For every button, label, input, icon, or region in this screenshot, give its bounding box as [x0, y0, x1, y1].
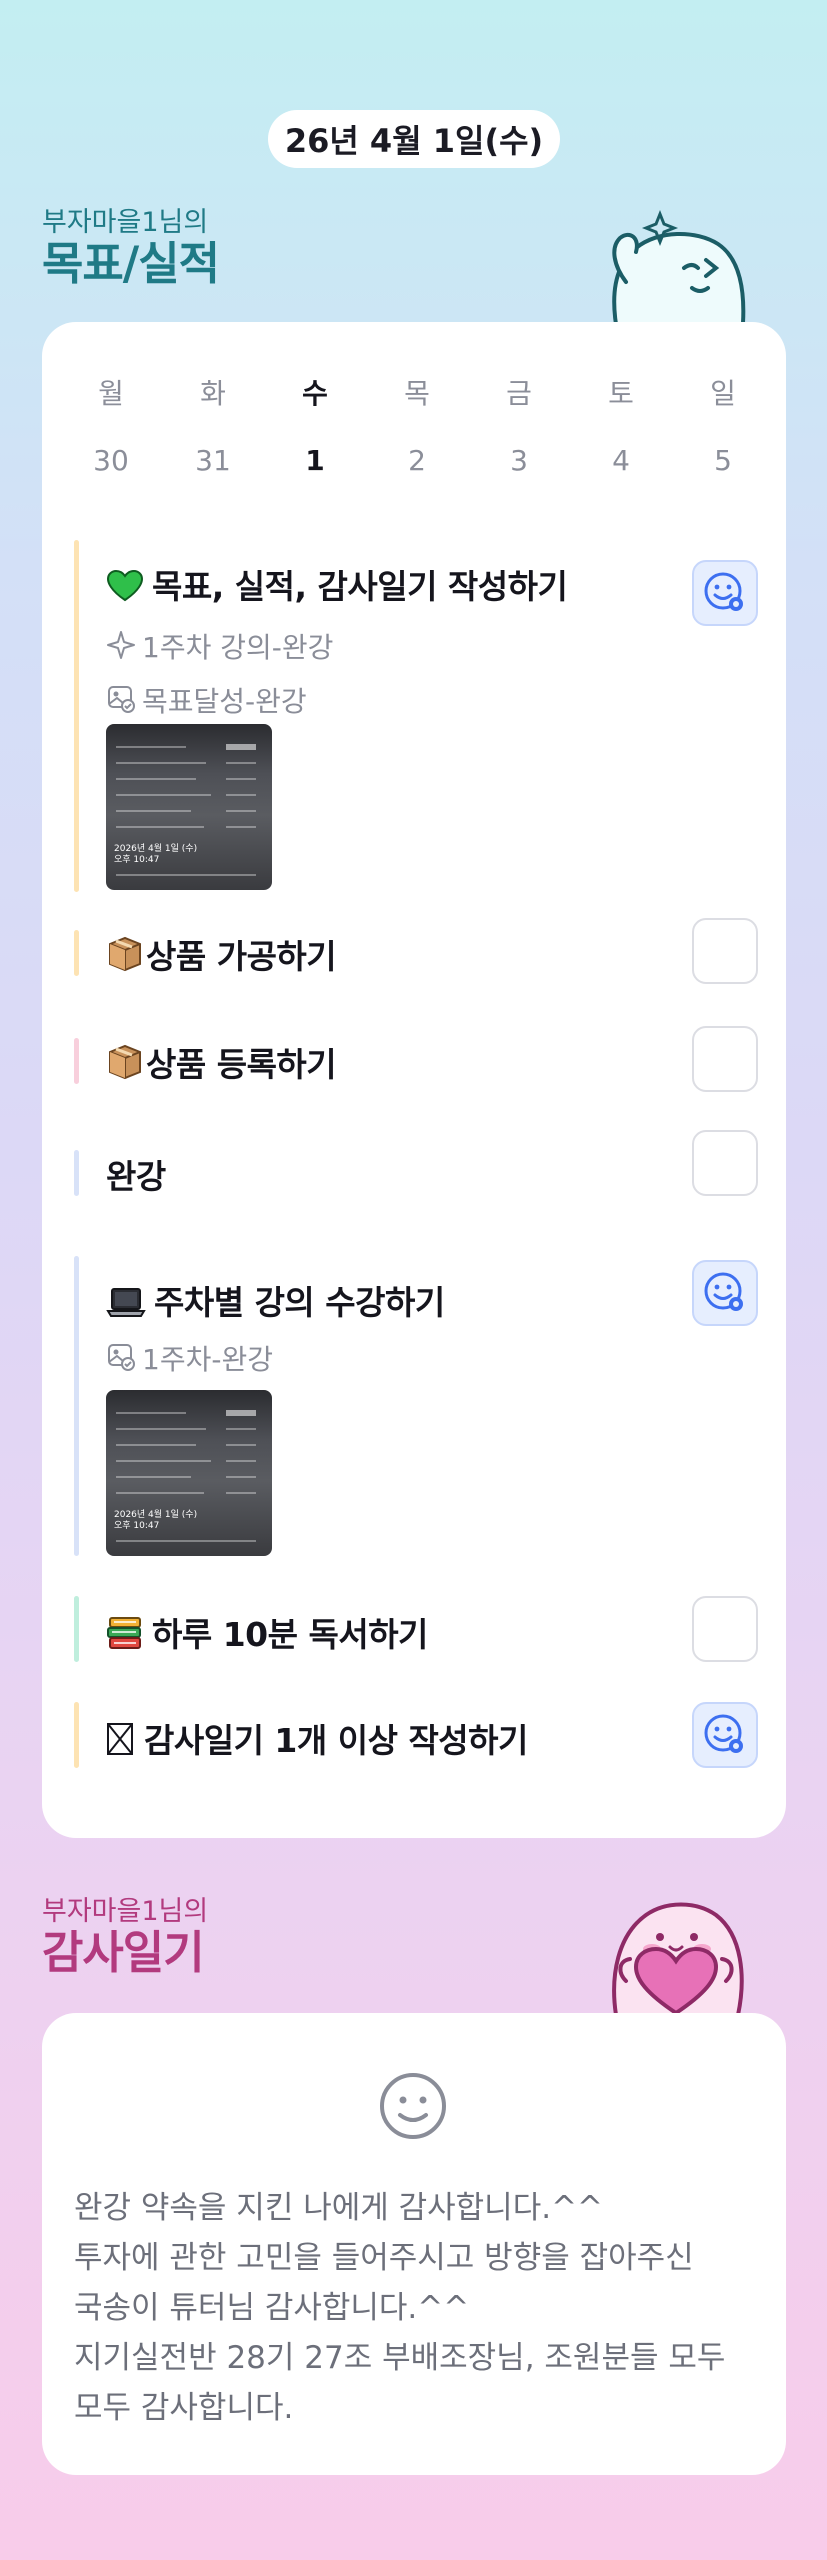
task-photo-thumbnail[interactable]: 2026년 4월 1일 (수) 오후 10:47	[106, 724, 272, 890]
task-checkbox-checked[interactable]	[692, 560, 758, 626]
date-cell[interactable]: 3	[468, 444, 570, 477]
task-title-text: 하루 10분 독서하기	[152, 1615, 428, 1654]
task-color-bar	[74, 1702, 79, 1768]
laptop-icon	[106, 1288, 146, 1317]
date-cell[interactable]: 31	[162, 444, 264, 477]
diary-line: 지기실전반 28기 27조 부배조장님, 조원분들 모두	[74, 2340, 726, 2376]
task-detail: 목표달성-완강	[106, 680, 307, 720]
weekday-sat: 토	[608, 377, 634, 410]
task-color-bar	[74, 1596, 79, 1662]
package-icon	[109, 936, 141, 972]
date-cell[interactable]: 30	[60, 444, 162, 477]
photo-caption: 2026년 4월 1일 (수) 오후 10:47	[114, 844, 198, 865]
task-title-text: 감사일기 1개 이상 작성하기	[144, 1721, 528, 1760]
weekday-fri: 금	[506, 377, 532, 410]
task-item[interactable]: 상품 가공하기	[74, 918, 758, 984]
task-detail: 1주차 강의-완강	[106, 626, 333, 666]
goal-section-title: 목표/실적	[42, 237, 220, 290]
mascot-character-icon	[612, 209, 746, 336]
weekday-thu: 목	[404, 377, 430, 410]
books-icon	[107, 1617, 141, 1649]
task-color-bar	[74, 540, 79, 892]
task-detail-text: 1주차 강의-완강	[142, 631, 334, 664]
task-title-text: 상품 가공하기	[146, 937, 337, 976]
task-detail-text: 목표달성-완강	[142, 685, 307, 718]
task-title: 완강	[106, 1150, 166, 1198]
image-check-icon	[108, 686, 135, 713]
image-check-icon	[108, 1344, 135, 1371]
package-icon	[109, 1044, 141, 1080]
task-title-text: 목표, 실적, 감사일기 작성하기	[152, 567, 568, 606]
heart-mascot-icon	[612, 1902, 744, 2015]
smile-check-icon	[704, 1272, 743, 1311]
sparkle-icon	[107, 631, 135, 659]
diary-section-header: 부자마을1님의 감사일기	[42, 1897, 208, 1979]
task-checkbox[interactable]	[692, 918, 758, 984]
task-title: 하루 10분 독서하기	[106, 1608, 428, 1656]
task-title: 감사일기 1개 이상 작성하기	[106, 1714, 528, 1762]
task-title: 상품 등록하기	[106, 1038, 337, 1086]
weekday-wed: 수	[302, 377, 328, 410]
task-title-text: 주차별 강의 수강하기	[154, 1283, 445, 1322]
task-title: 목표, 실적, 감사일기 작성하기	[106, 560, 568, 608]
task-color-bar	[74, 1150, 79, 1196]
task-item[interactable]: 상품 등록하기	[74, 1026, 758, 1092]
diary-card: 완강 약속을 지킨 나에게 감사합니다.^^ 투자에 관한 고민을 들어주시고 …	[42, 2013, 786, 2475]
diary-line: 완강 약속을 지킨 나에게 감사합니다.^^	[74, 2190, 604, 2226]
diary-entry-text: 완강 약속을 지킨 나에게 감사합니다.^^ 투자에 관한 고민을 들어주시고 …	[74, 2183, 764, 2433]
diary-section-title: 감사일기	[42, 1926, 205, 1979]
goal-card: 월 화 수 목 금 토 일 30 31 1 2 3 4 5 목표, 실적, 감사…	[42, 322, 786, 1838]
date-pill[interactable]: 26년 4월 1일(수)	[268, 110, 560, 168]
task-item[interactable]: 완강	[74, 1130, 758, 1198]
task-item[interactable]: 목표, 실적, 감사일기 작성하기 1주차 강의-완강 목표달성-완강 2026…	[74, 540, 758, 892]
date-cell[interactable]: 2	[366, 444, 468, 477]
task-detail: 1주차-완강	[106, 1338, 273, 1378]
green-heart-icon	[106, 570, 144, 602]
diary-section-subtitle: 부자마을1님의	[42, 1896, 209, 1927]
date-cell-today[interactable]: 1	[264, 444, 366, 477]
weekday-mon: 월	[98, 377, 124, 410]
date-cell[interactable]: 5	[672, 444, 774, 477]
task-color-bar	[74, 1038, 79, 1084]
task-title-text: 완강	[106, 1157, 166, 1196]
diary-line: 국송이 튜터님 감사합니다.^^	[74, 2290, 470, 2326]
task-checkbox[interactable]	[692, 1130, 758, 1196]
task-photo-thumbnail[interactable]: 2026년 4월 1일 (수) 오후 10:47	[106, 1390, 272, 1556]
photo-caption: 2026년 4월 1일 (수) 오후 10:47	[114, 1510, 198, 1531]
task-title-text: 상품 등록하기	[146, 1045, 337, 1084]
weekday-tue: 화	[200, 377, 226, 410]
task-title: 주차별 강의 수강하기	[106, 1276, 445, 1324]
task-title: 상품 가공하기	[106, 930, 337, 978]
diary-line: 투자에 관한 고민을 들어주시고 방향을 잡아주신	[74, 2240, 694, 2276]
task-checkbox[interactable]	[692, 1596, 758, 1662]
task-color-bar	[74, 1256, 79, 1556]
goal-section-subtitle: 부자마을1님의	[42, 207, 209, 238]
task-color-bar	[74, 930, 79, 976]
date-row: 30 31 1 2 3 4 5	[60, 444, 774, 477]
diary-line: 모두 감사합니다.	[74, 2390, 294, 2426]
task-checkbox[interactable]	[692, 1026, 758, 1092]
task-item[interactable]: 주차별 강의 수강하기 1주차-완강 2026년 4월 1일 (수) 오후 10…	[74, 1256, 758, 1556]
smile-check-icon	[704, 572, 743, 611]
date-label: 26년 4월 1일(수)	[284, 122, 544, 160]
task-checkbox-checked[interactable]	[692, 1260, 758, 1326]
smiley-face-icon	[380, 2073, 446, 2139]
date-cell[interactable]: 4	[570, 444, 672, 477]
smile-check-icon	[704, 1714, 743, 1753]
weekday-row: 월 화 수 목 금 토 일	[60, 372, 774, 412]
task-item[interactable]: 하루 10분 독서하기	[74, 1596, 758, 1662]
task-checkbox-checked[interactable]	[692, 1702, 758, 1768]
weekday-sun: 일	[710, 377, 736, 410]
goal-section-header: 부자마을1님의 목표/실적	[42, 207, 220, 290]
task-detail-text: 1주차-완강	[142, 1343, 273, 1376]
task-item[interactable]: 감사일기 1개 이상 작성하기	[74, 1702, 758, 1768]
ballot-box-icon	[107, 1723, 133, 1755]
